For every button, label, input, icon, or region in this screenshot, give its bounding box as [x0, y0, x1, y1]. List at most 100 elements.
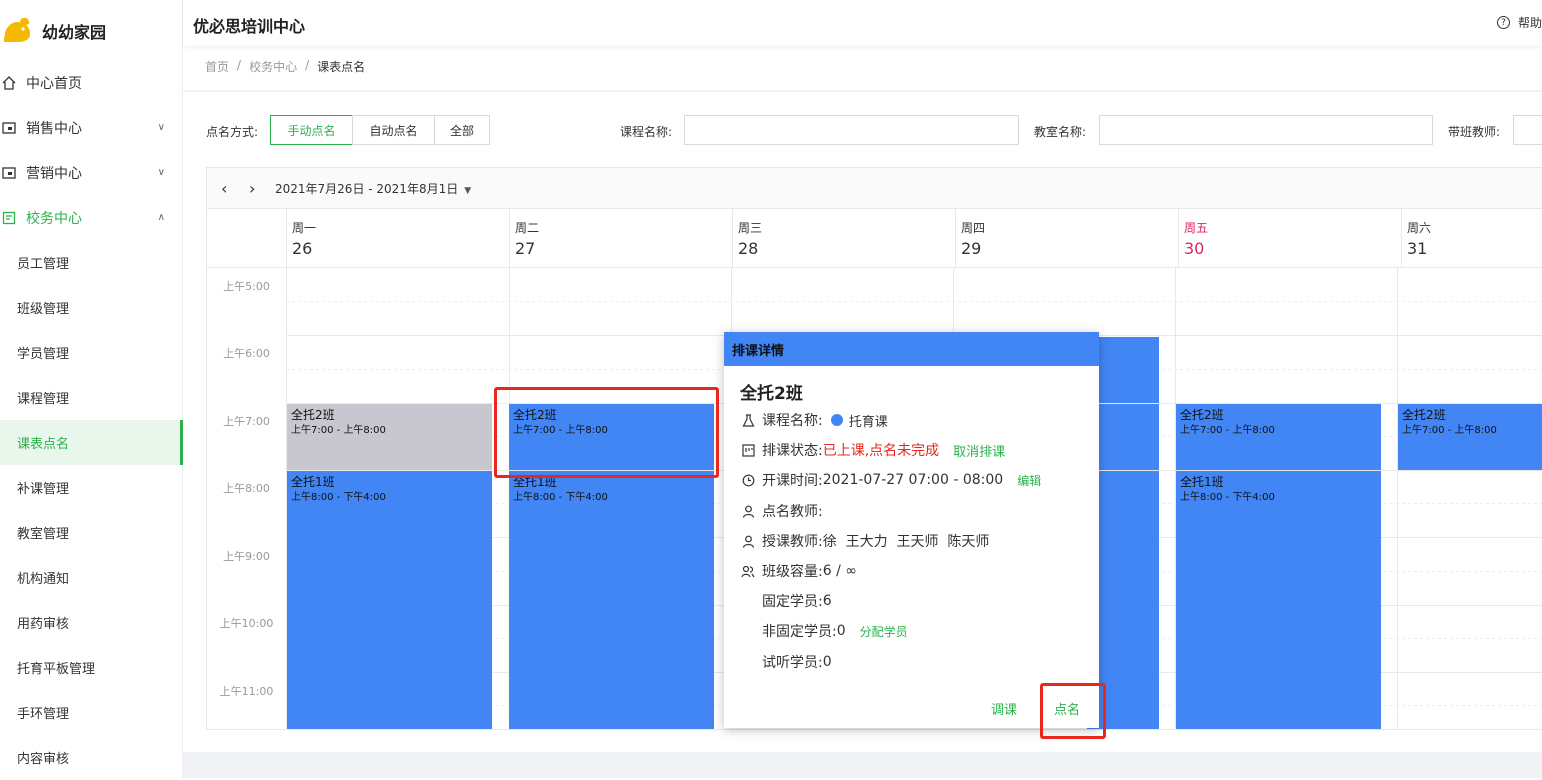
breadcrumb-section[interactable]: 校务中心 [249, 58, 297, 75]
calendar-event[interactable]: 全托2班 上午7:00 - 上午8:00 [287, 404, 492, 470]
day-name: 周三 [738, 221, 763, 235]
logo-icon [4, 17, 30, 42]
brand-logo[interactable]: 幼幼家园 [0, 14, 106, 48]
event-time: 上午8:00 - 下午4:00 [513, 492, 608, 503]
chevron-down-icon: ∨ [157, 167, 165, 178]
sub-item-label: 手环管理 [17, 707, 70, 722]
sidebar-item-schedule-rollcall[interactable]: 课表点名 [0, 420, 183, 465]
time-label: 上午6:00 [223, 347, 270, 360]
day-number: 29 [961, 239, 982, 258]
breadcrumb: 首页 / 校务中心 / 课表点名 [205, 58, 365, 75]
grid-line [286, 301, 1542, 302]
event-title: 全托2班 [291, 408, 335, 422]
day-name: 周四 [961, 221, 986, 235]
popup-class-name: 全托2班 [740, 384, 803, 404]
help-label: 帮助 [1517, 16, 1542, 30]
menu-marketing[interactable]: 营销中心 ∨ [0, 150, 183, 195]
menu-school-affairs[interactable]: 校务中心 ∧ [0, 195, 183, 240]
sub-item-label: 机构通知 [17, 572, 70, 587]
breadcrumb-current: 课表点名 [317, 60, 366, 74]
caret-down-icon: ▼ [464, 185, 472, 196]
event-title: 全托1班 [513, 475, 557, 489]
fixed-students-label: 固定学员: [762, 594, 823, 610]
user-icon [740, 503, 756, 519]
sub-item-label: 员工管理 [17, 257, 70, 272]
day-number: 31 [1407, 239, 1428, 258]
calendar-event[interactable]: 全托2班 上午7:00 - 上午8:00 [1398, 404, 1542, 470]
sidebar-item-makeup[interactable]: 补课管理 [0, 465, 183, 510]
calendar-event[interactable]: 全托1班 上午8:00 - 下午4:00 [509, 471, 714, 729]
help-link[interactable]: ? 帮助 [1496, 14, 1542, 31]
date-range-text: 2021年7月26日 - 2021年8月1日 [275, 181, 459, 196]
sidebar-item-tablets[interactable]: 托育平板管理 [0, 645, 183, 690]
trial-students-value: 0 [822, 654, 832, 670]
nonfixed-students-row: 非固定学员: 0 分配学员 [740, 621, 908, 641]
cancel-schedule-link[interactable]: 取消排课 [953, 441, 1005, 460]
event-time: 上午8:00 - 下午4:00 [1180, 492, 1275, 503]
chevron-up-icon: ∧ [157, 212, 165, 223]
sidebar-item-wristbands[interactable]: 手环管理 [0, 690, 183, 735]
nonfixed-students-value: 0 [836, 623, 846, 639]
org-title: 优必思培训中心 [193, 17, 306, 36]
status-row: 排课状态: 已上课,点名未完成 取消排课 [740, 440, 1005, 460]
teacher-input[interactable] [1513, 115, 1542, 145]
course-value: 托育课 [848, 414, 888, 430]
adjust-class-button[interactable]: 调课 [991, 699, 1017, 718]
edit-time-link[interactable]: 编辑 [1017, 472, 1041, 489]
help-icon: ? [1496, 16, 1510, 29]
day-header: 周三 28 [732, 209, 955, 268]
time-label: 上午8:00 [223, 482, 270, 495]
course-input[interactable] [684, 115, 1019, 145]
assign-students-link[interactable]: 分配学员 [860, 623, 908, 640]
rollcall-button[interactable]: 点名 [1054, 699, 1080, 718]
mode-auto-button[interactable]: 自动点名 [352, 115, 435, 145]
day-number: 27 [515, 239, 536, 258]
date-range-picker[interactable]: 2021年7月26日 - 2021年8月1日 ▼ [275, 180, 471, 197]
calendar-toolbar: ‹ › 2021年7月26日 - 2021年8月1日 ▼ [207, 168, 1542, 209]
calendar-event[interactable]: 全托2班 上午7:00 - 上午8:00 [1176, 404, 1381, 470]
time-label: 开课时间: [762, 473, 823, 489]
sidebar-item-classes[interactable]: 班级管理 [0, 285, 183, 330]
sidebar-item-staff[interactable]: 员工管理 [0, 240, 183, 285]
sidebar: 幼幼家园 中心首页 销售中心 ∨ 营销中心 ∨ 校务中心 ∧ 员工管理 班级管理… [0, 0, 183, 778]
time-label: 上午9:00 [223, 550, 270, 563]
event-title: 全托2班 [1180, 408, 1224, 422]
mode-all-button[interactable]: 全部 [434, 115, 490, 145]
sidebar-item-content-review[interactable]: 内容审核 [0, 735, 183, 780]
mode-manual-button[interactable]: 手动点名 [270, 115, 353, 145]
course-color-dot [830, 414, 843, 426]
day-number: 28 [738, 239, 759, 258]
event-time: 上午7:00 - 上午8:00 [1402, 425, 1497, 436]
event-time: 上午8:00 - 下午4:00 [291, 492, 386, 503]
room-input[interactable] [1099, 115, 1433, 145]
course-label: 课程名称: [620, 125, 673, 139]
sidebar-item-classrooms[interactable]: 教室管理 [0, 510, 183, 555]
menu-sales[interactable]: 销售中心 ∨ [0, 105, 183, 150]
clipboard-icon [2, 211, 16, 224]
day-number: 30 [1184, 239, 1205, 258]
next-week-icon[interactable]: › [249, 179, 263, 198]
capacity-label: 班级容量: [762, 564, 823, 580]
breadcrumb-home[interactable]: 首页 [205, 58, 229, 75]
wallet-icon [2, 121, 16, 134]
sub-item-label: 班级管理 [17, 302, 70, 317]
prev-week-icon[interactable]: ‹ [221, 179, 235, 198]
popup-header: 排课详情 [724, 332, 1099, 366]
calendar-event-selected[interactable]: 全托2班 上午7:00 - 上午8:00 [509, 404, 714, 470]
footer-strip [183, 752, 1542, 778]
sidebar-item-students[interactable]: 学员管理 [0, 330, 183, 375]
flask-icon [740, 412, 756, 428]
clock-icon [740, 472, 756, 488]
rollcall-teacher-row: 点名教师: [740, 501, 823, 521]
calendar-event[interactable]: 全托1班 上午8:00 - 下午4:00 [287, 471, 492, 729]
schedule-detail-popup: 排课详情 全托2班 课程名称: 托育课 排课状态: 已上课,点名未完成 取消排课… [724, 332, 1099, 728]
day-header: 周四 29 [955, 209, 1178, 268]
sidebar-item-medication[interactable]: 用药审核 [0, 600, 183, 645]
sidebar-item-courses[interactable]: 课程管理 [0, 375, 183, 420]
calendar-event[interactable]: 全托1班 上午8:00 - 下午4:00 [1176, 471, 1381, 729]
board-icon [740, 442, 756, 458]
room-label: 教室名称: [1034, 125, 1087, 139]
menu-home[interactable]: 中心首页 [0, 60, 183, 105]
nonfixed-students-label: 非固定学员: [762, 624, 837, 640]
sidebar-item-notices[interactable]: 机构通知 [0, 555, 183, 600]
